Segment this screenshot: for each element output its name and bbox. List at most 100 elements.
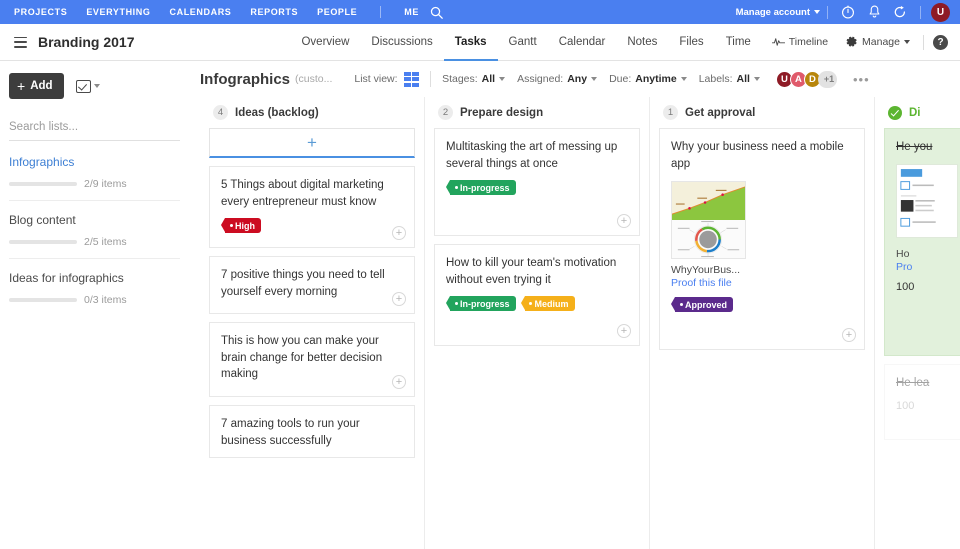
task-tag-medium[interactable]: Medium <box>525 296 575 311</box>
filter-value: Any <box>567 73 587 85</box>
column-cards: Multitasking the art of messing up sever… <box>434 128 640 549</box>
document-thumbnail[interactable] <box>896 164 958 238</box>
list-count: 0/3 items <box>84 294 127 306</box>
column-title: Prepare design <box>460 107 543 119</box>
main-content: Infographics (custo... List view: Stages… <box>194 61 960 549</box>
task-card[interactable]: 5 Things about digital marketing every e… <box>209 166 415 248</box>
tab-discussions[interactable]: Discussions <box>360 25 443 61</box>
chevron-down-icon <box>814 10 820 14</box>
checkbox-dropdown-icon[interactable] <box>76 80 100 93</box>
tab-time[interactable]: Time <box>715 25 762 61</box>
tab-gantt[interactable]: Gantt <box>498 25 548 61</box>
sidebar: + Add Infographics 2/9 items Blog conten… <box>0 61 194 549</box>
task-card[interactable]: He lea 100 <box>884 364 960 440</box>
task-title: He you <box>896 139 960 156</box>
tag-label: In-progress <box>460 299 510 309</box>
add-task-row[interactable]: + <box>209 128 415 158</box>
task-card[interactable]: He you <box>884 128 960 356</box>
nav-me[interactable]: ME <box>404 7 419 17</box>
task-card[interactable]: This is how you can make your brain chan… <box>209 322 415 397</box>
global-topbar: PROJECTS EVERYTHING CALENDARS REPORTS PE… <box>0 0 960 24</box>
tab-files[interactable]: Files <box>668 25 714 61</box>
task-tag-in-progress[interactable]: In-progress <box>450 296 516 311</box>
tab-overview[interactable]: Overview <box>290 25 360 61</box>
bell-icon[interactable] <box>861 0 887 24</box>
task-title: 5 Things about digital marketing every e… <box>221 177 403 210</box>
task-card[interactable]: Why your business need a mobile app <box>659 128 865 350</box>
sidebar-item-blog-content[interactable]: Blog content 2/5 items <box>9 213 180 259</box>
manage-account-menu[interactable]: Manage account <box>736 7 820 18</box>
attachment-filename: Ho <box>896 248 960 260</box>
card-add-icon[interactable]: + <box>392 292 406 306</box>
tab-tasks[interactable]: Tasks <box>444 25 498 61</box>
filter-value: Anytime <box>635 73 676 85</box>
card-add-icon[interactable]: + <box>617 324 631 338</box>
card-add-icon[interactable]: + <box>842 328 856 342</box>
sidebar-item-infographics[interactable]: Infographics 2/9 items <box>9 155 180 201</box>
task-title: He lea <box>896 375 960 392</box>
task-attachment: WhyYourBus... Proof this file <box>671 181 853 289</box>
grid-view-icon[interactable] <box>404 72 420 87</box>
manage-account-label: Manage account <box>736 7 810 18</box>
task-card[interactable]: 7 amazing tools to run your business suc… <box>209 405 415 458</box>
filter-due[interactable]: Due: Anytime <box>609 73 687 85</box>
nav-calendars[interactable]: CALENDARS <box>170 7 232 17</box>
board-column-ideas-backlog: 4 Ideas (backlog) + 5 Things about digit… <box>200 97 425 549</box>
task-tag-in-progress[interactable]: In-progress <box>450 180 516 195</box>
chevron-down-icon <box>681 77 687 81</box>
task-tag-high[interactable]: High <box>225 218 261 233</box>
board-more-menu[interactable]: ••• <box>853 73 870 86</box>
search-icon[interactable] <box>430 6 443 19</box>
plus-icon: + <box>17 79 25 93</box>
timer-icon[interactable] <box>835 0 861 24</box>
column-header: Di <box>884 97 960 128</box>
task-card[interactable]: 7 positive things you need to tell yours… <box>209 256 415 314</box>
avatar-overflow-badge[interactable]: +1 <box>818 71 837 88</box>
nav-reports[interactable]: REPORTS <box>250 7 298 17</box>
manage-button[interactable]: Manage <box>837 36 919 48</box>
nav-everything[interactable]: EVERYTHING <box>86 7 150 17</box>
tag-dot-icon <box>680 303 683 306</box>
filter-assigned[interactable]: Assigned: Any <box>517 73 597 85</box>
task-card[interactable]: How to kill your team's motivation witho… <box>434 244 640 346</box>
card-add-icon[interactable]: + <box>392 375 406 389</box>
filter-stages[interactable]: Stages: All <box>442 73 505 85</box>
sidebar-actions: + Add <box>9 73 180 99</box>
progress-track <box>9 240 77 244</box>
infographic-thumbnail[interactable] <box>671 181 746 259</box>
logout-icon[interactable] <box>887 0 913 24</box>
column-count-badge: 1 <box>663 105 678 120</box>
card-add-icon[interactable]: + <box>392 226 406 240</box>
topbar-divider <box>827 6 828 19</box>
list-count: 2/5 items <box>84 236 127 248</box>
sidebar-item-ideas-for-infographics[interactable]: Ideas for infographics 0/3 items <box>9 271 180 316</box>
avatar[interactable]: U <box>931 3 950 22</box>
filter-labels[interactable]: Labels: All <box>699 73 760 85</box>
proof-file-link[interactable]: Pro <box>896 261 960 273</box>
global-nav: PROJECTS EVERYTHING CALENDARS REPORTS PE… <box>14 6 419 18</box>
proof-file-link[interactable]: Proof this file <box>671 277 853 289</box>
nav-projects[interactable]: PROJECTS <box>14 7 67 17</box>
add-button[interactable]: + Add <box>9 73 64 99</box>
timeline-button[interactable]: Timeline <box>763 36 837 48</box>
board-title: Infographics <box>200 71 290 88</box>
list-progress: 2/9 items <box>9 178 180 190</box>
list-view-control[interactable]: List view: <box>354 72 419 87</box>
task-tags: In-progress Medium <box>446 296 628 311</box>
help-icon[interactable]: ? <box>933 35 948 50</box>
hamburger-icon[interactable] <box>14 37 27 48</box>
task-tags: High <box>221 218 403 233</box>
topbar-divider-2 <box>920 6 921 19</box>
tab-notes[interactable]: Notes <box>616 25 668 61</box>
gear-icon <box>846 36 858 48</box>
task-tag-approved[interactable]: Approved <box>675 297 733 312</box>
list-count: 2/9 items <box>84 178 127 190</box>
task-card[interactable]: Multitasking the art of messing up sever… <box>434 128 640 236</box>
column-title: Di <box>909 107 921 119</box>
card-add-icon[interactable]: + <box>617 214 631 228</box>
nav-people[interactable]: PEOPLE <box>317 7 357 17</box>
tab-calendar[interactable]: Calendar <box>548 25 617 61</box>
add-button-label: Add <box>30 80 52 92</box>
search-lists-input[interactable] <box>9 121 180 141</box>
tag-label: High <box>235 221 255 231</box>
